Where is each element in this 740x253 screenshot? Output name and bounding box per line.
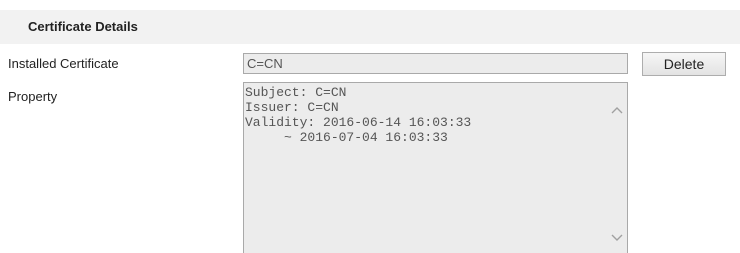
delete-button[interactable]: Delete: [642, 52, 726, 76]
property-text: Subject: C=CN Issuer: C=CN Validity: 201…: [245, 85, 472, 145]
certificate-details-page: Certificate Details Installed Certificat…: [0, 0, 740, 253]
property-scrollbar[interactable]: [607, 83, 627, 253]
installed-certificate-field[interactable]: C=CN: [243, 53, 628, 74]
installed-certificate-label: Installed Certificate: [8, 56, 119, 71]
property-textarea[interactable]: Subject: C=CN Issuer: C=CN Validity: 201…: [243, 82, 628, 253]
chevron-up-icon[interactable]: [607, 101, 627, 121]
section-header: Certificate Details: [0, 10, 740, 44]
property-label: Property: [8, 89, 58, 104]
chevron-down-icon[interactable]: [607, 227, 627, 247]
section-title: Certificate Details: [28, 19, 138, 34]
